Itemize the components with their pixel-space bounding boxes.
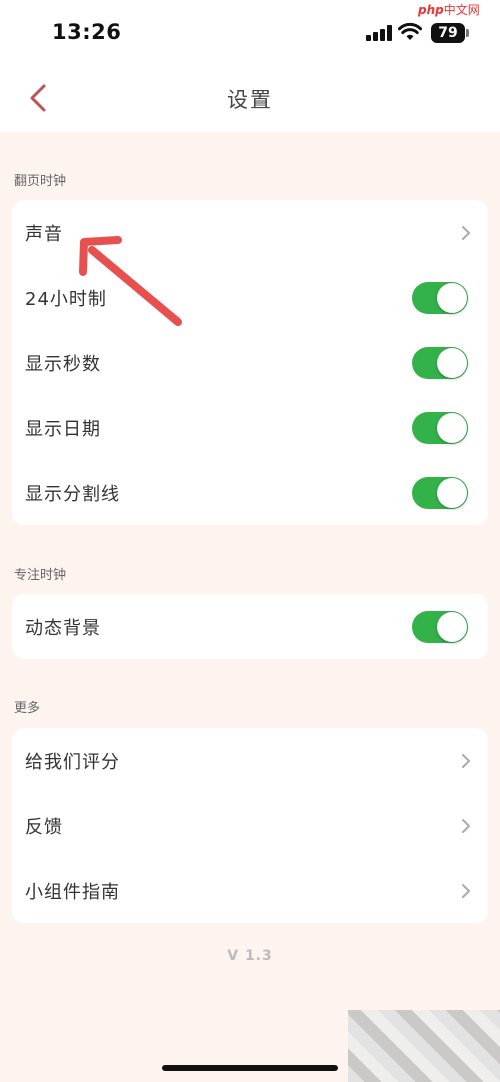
row-label: 声音 <box>25 223 63 245</box>
section-header-focus-clock: 专注时钟 <box>14 568 67 583</box>
section-header-flip-clock: 翻页时钟 <box>14 174 67 189</box>
toggle-knob <box>437 412 467 443</box>
row-show-date: 显示日期 <box>12 395 488 460</box>
home-indicator[interactable] <box>162 1065 338 1071</box>
wifi-icon <box>398 22 422 40</box>
row-label: 反馈 <box>25 816 63 838</box>
toggle-knob <box>437 611 467 642</box>
row-label: 显示分割线 <box>25 483 120 505</box>
blurred-watermark-patch <box>348 1010 500 1082</box>
status-bar: 13:26 php中文网 79 <box>0 0 500 64</box>
battery-icon: 79 <box>431 23 465 43</box>
row-widget-guide[interactable]: 小组件指南 <box>12 858 488 923</box>
status-time: 13:26 <box>52 20 122 44</box>
toggle-show-date[interactable] <box>412 411 468 444</box>
toggle-show-seconds[interactable] <box>412 346 468 379</box>
row-show-seconds: 显示秒数 <box>12 330 488 395</box>
toggle-knob <box>437 282 467 313</box>
card-focus-clock: 动态背景 <box>12 594 488 659</box>
chevron-right-icon <box>462 818 470 833</box>
battery-tip <box>466 29 469 37</box>
toggle-knob <box>437 347 467 378</box>
row-label: 给我们评分 <box>25 751 120 773</box>
watermark-prefix: php <box>418 3 444 17</box>
row-label: 动态背景 <box>25 617 101 639</box>
chevron-right-icon <box>462 883 470 898</box>
page-title: 设置 <box>227 88 273 112</box>
watermark-text: 中文网 <box>443 3 480 17</box>
row-rate-us[interactable]: 给我们评分 <box>12 728 488 793</box>
toggle-show-divider[interactable] <box>412 476 468 509</box>
row-show-divider: 显示分割线 <box>12 460 488 525</box>
row-label: 显示秒数 <box>25 353 101 375</box>
version-label: V 1.3 <box>227 948 273 964</box>
row-dynamic-background: 动态背景 <box>12 594 488 659</box>
row-label: 小组件指南 <box>25 881 120 903</box>
toggle-dynamic-background[interactable] <box>412 610 468 643</box>
section-header-more: 更多 <box>14 701 41 716</box>
toggle-knob <box>437 477 467 508</box>
watermark: php中文网 <box>418 0 500 20</box>
row-feedback[interactable]: 反馈 <box>12 793 488 858</box>
chevron-right-icon <box>462 225 470 240</box>
card-more: 给我们评分 反馈 小组件指南 <box>12 728 488 923</box>
nav-bar: 设置 <box>0 64 500 132</box>
chevron-right-icon <box>462 753 470 768</box>
toggle-24-hour[interactable] <box>412 281 468 314</box>
row-label: 显示日期 <box>25 418 101 440</box>
cellular-signal-icon <box>366 25 392 41</box>
annotation-arrow-icon <box>79 236 182 326</box>
